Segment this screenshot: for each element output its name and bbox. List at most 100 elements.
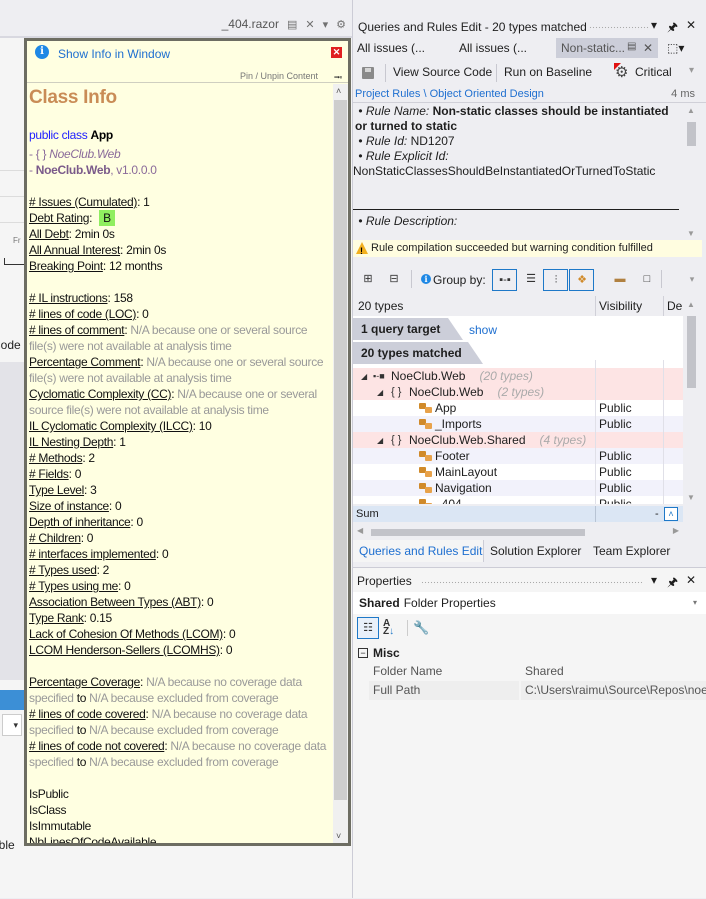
tree-row[interactable]: ◢ { } NoeClub.Web.Shared (4 types) (353, 432, 683, 448)
property-row[interactable]: Folder Name Shared (369, 662, 706, 681)
metric-label-link[interactable]: Type Rank (29, 611, 84, 625)
tree-row[interactable]: App Public (353, 400, 683, 416)
tree-row[interactable]: _404 Public (353, 496, 683, 504)
scroll-thumb[interactable] (334, 100, 347, 800)
metric-label-link[interactable]: # lines of code (LOC) (29, 307, 136, 321)
group-by-namespace-button[interactable]: ☰ (524, 272, 538, 286)
grid-horizontal-scrollbar[interactable]: ◀ ▶ (353, 526, 683, 538)
tree-row[interactable]: Navigation Public (353, 480, 683, 496)
metric-label-link[interactable]: # Types used (29, 563, 97, 577)
categorized-button[interactable]: ☷ (357, 617, 379, 639)
rule-scrollbar[interactable]: ▲ ▼ (685, 104, 699, 238)
show-link[interactable]: show (469, 323, 497, 337)
gear-icon[interactable]: ⚙ (336, 18, 346, 31)
expand-toggle-icon[interactable]: ◢ (377, 433, 383, 449)
metric-label-link[interactable]: # interfaces implemented (29, 547, 156, 561)
tab-solution-explorer[interactable]: Solution Explorer (490, 544, 581, 558)
close-tab-icon[interactable]: ✕ (305, 18, 314, 31)
collapse-sum-button[interactable]: ˄ (664, 507, 678, 521)
grid-scrollbar[interactable]: ▲ ▼ (685, 298, 699, 504)
document-tab[interactable]: _404.razor ▤ ✕ ▾ ⚙ (222, 17, 346, 31)
tab-all-issues-1[interactable]: All issues (... (357, 41, 425, 55)
tree-row[interactable]: ◢ ▪-■ NoeClub.Web (20 types) (353, 368, 683, 384)
column-header-de[interactable]: De (667, 299, 682, 313)
metric-label-link[interactable]: IL Nesting Depth (29, 435, 113, 449)
metric-label-link[interactable]: # Children (29, 531, 81, 545)
info-scrollbar[interactable]: ˄ ˅ (333, 84, 348, 843)
group-by-hierarchy-button[interactable]: ❖ (569, 269, 594, 291)
metric-label-link[interactable]: Depth of inheritance (29, 515, 131, 529)
folder-icon[interactable]: ▬ (613, 272, 627, 286)
metric-label-link[interactable]: # lines of comment (29, 323, 125, 337)
tree-row[interactable]: Footer Public (353, 448, 683, 464)
show-info-in-window-link[interactable]: Show Info in Window (58, 47, 170, 61)
metric-label-link[interactable]: Type Level (29, 483, 84, 497)
property-row[interactable]: Full Path C:\Users\raimu\Source\Repos\no… (369, 681, 706, 700)
metric-label-link[interactable]: IL Cyclomatic Complexity (ILCC) (29, 419, 193, 433)
panel-grip[interactable] (421, 581, 643, 585)
panel-grip[interactable] (589, 26, 649, 30)
metric-label-link[interactable]: Percentage Comment (29, 355, 141, 369)
expand-toggle-icon[interactable]: ◢ (377, 385, 383, 401)
panel-dropdown-icon[interactable]: ▾ (651, 573, 657, 587)
tab-close-icon[interactable]: ✕ (643, 41, 653, 55)
column-header-types[interactable]: 20 types (358, 299, 403, 313)
metric-label-link[interactable]: # Types using me (29, 579, 118, 593)
object-selector[interactable]: Shared Folder Properties ▾ (353, 592, 706, 614)
pin-unpin-label[interactable]: Pin / Unpin Content (240, 71, 318, 81)
alphabetical-button[interactable]: A Z↓ (383, 619, 394, 637)
view-source-code-button[interactable]: View Source Code (393, 65, 492, 79)
new-tab-icon[interactable]: ⬚▾ (667, 41, 684, 55)
metric-label-link[interactable]: Cyclomatic Complexity (CC) (29, 387, 172, 401)
tab-non-static[interactable]: Non-static... (561, 41, 625, 55)
scroll-up-icon[interactable]: ˄ (336, 86, 341, 96)
metric-label-link[interactable]: # Fields (29, 467, 69, 481)
metric-label-link[interactable]: # lines of code not covered (29, 739, 165, 753)
toolbar-overflow-icon[interactable]: ▾ (689, 65, 694, 76)
scroll-down-icon[interactable]: ˅ (336, 831, 341, 841)
property-value[interactable]: Shared (521, 662, 706, 681)
tree-row[interactable]: _Imports Public (353, 416, 683, 432)
tab-pin-icon[interactable]: ▤ (627, 41, 636, 52)
namespace-link[interactable]: NoeClub.Web (49, 147, 120, 161)
tab-dropdown-icon[interactable]: ▾ (323, 18, 329, 31)
breadcrumb[interactable]: Project Rules \ Object Oriented Design (355, 88, 544, 100)
close-icon[interactable]: ✕ (686, 18, 696, 32)
expand-all-icon[interactable]: ⊞ (361, 272, 375, 286)
group-by-assembly-button[interactable]: ▪-▪ (492, 269, 517, 291)
toolbar-overflow-icon[interactable]: ▾ (685, 272, 699, 286)
wrench-icon[interactable]: 🔧 (413, 620, 429, 636)
metric-label-link[interactable]: Percentage Coverage (29, 675, 140, 689)
severity-critical-button[interactable]: Critical (635, 65, 672, 79)
tab-queries-and-rules-edit[interactable]: Queries and Rules Edit (353, 540, 484, 562)
pin-icon[interactable]: 🖈 (667, 18, 678, 39)
pin-tab-icon[interactable]: ▤ (287, 18, 297, 31)
collapse-all-icon[interactable]: ⊟ (387, 272, 401, 286)
metric-label-link[interactable]: Lack of Cohesion Of Methods (LCOM) (29, 627, 223, 641)
tree-row[interactable]: ◢ { } NoeClub.Web (2 types) (353, 384, 683, 400)
metric-label-link[interactable]: Size of instance (29, 499, 109, 513)
metric-label-link[interactable]: # Issues (Cumulated) (29, 195, 137, 209)
pin-icon[interactable]: 🖈 (667, 573, 678, 594)
close-icon[interactable]: ✕ (331, 47, 342, 58)
assembly-name[interactable]: NoeClub.Web (36, 163, 111, 177)
metric-label-link[interactable]: Association Between Types (ABT) (29, 595, 201, 609)
metric-label-link[interactable]: # IL instructions (29, 291, 108, 305)
metric-label-link[interactable]: All Annual Interest (29, 243, 120, 257)
metric-label-link[interactable]: # Methods (29, 451, 83, 465)
tab-team-explorer[interactable]: Team Explorer (593, 544, 670, 558)
metric-label-link[interactable]: Debt Rating (29, 211, 89, 225)
group-by-type-button[interactable]: ⫶ (543, 269, 568, 291)
metric-label-link[interactable]: LCOM Henderson-Sellers (LCOMHS) (29, 643, 220, 657)
metric-label-link[interactable]: Breaking Point (29, 259, 103, 273)
expand-toggle-icon[interactable]: ◢ (361, 369, 367, 385)
chevron-down-icon[interactable]: ▾ (693, 592, 697, 614)
save-icon[interactable] (362, 67, 374, 79)
property-value[interactable]: C:\Users\raimu\Source\Repos\noeclub (521, 681, 706, 700)
tab-all-issues-2[interactable]: All issues (... (459, 41, 527, 55)
collapse-icon[interactable]: − (358, 648, 368, 658)
editor-dropdown[interactable]: ▾ (2, 714, 22, 736)
metric-label-link[interactable]: All Debt (29, 227, 69, 241)
close-icon[interactable]: ✕ (686, 573, 696, 587)
panel-dropdown-icon[interactable]: ▾ (651, 18, 657, 32)
